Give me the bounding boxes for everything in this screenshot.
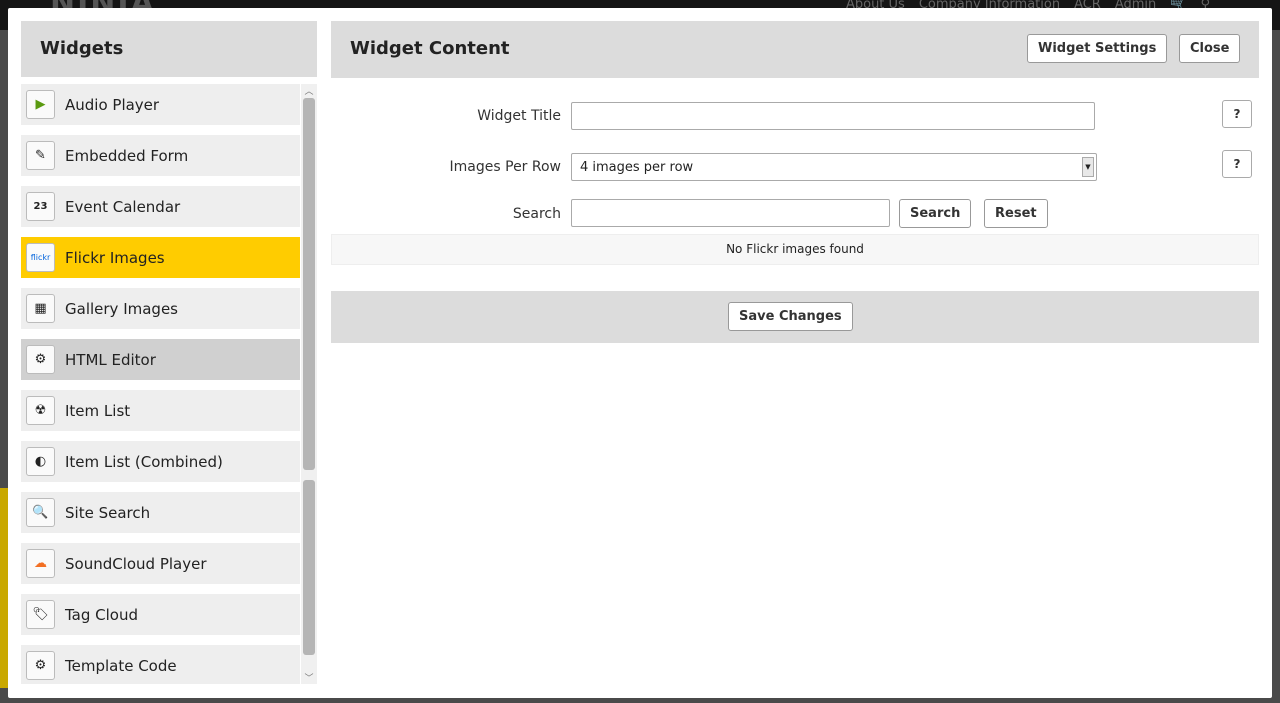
widget-item-item-list-combined[interactable]: ◐ Item List (Combined) — [21, 441, 300, 482]
flickr-icon: flickr — [26, 243, 55, 272]
form-icon: ✎ — [26, 141, 55, 170]
scrollbar-track-lower[interactable] — [303, 480, 315, 655]
scroll-up-icon[interactable]: ︿ — [301, 84, 317, 97]
gear-icon: ⚙ — [26, 651, 55, 680]
search-button[interactable]: Search — [899, 199, 972, 228]
widget-item-site-search[interactable]: 🔍 Site Search — [21, 492, 300, 533]
widget-item-flickr-images[interactable]: flickr Flickr Images — [21, 237, 300, 278]
widget-item-label: Embedded Form — [65, 146, 189, 165]
widget-title-label: Widget Title — [477, 108, 561, 124]
widget-item-label: Event Calendar — [65, 197, 181, 216]
widget-item-embedded-form[interactable]: ✎ Embedded Form — [21, 135, 300, 176]
widget-item-label: SoundCloud Player — [65, 554, 207, 573]
gear-icon: ⚙ — [26, 345, 55, 374]
images-per-row-help-button[interactable]: ? — [1222, 150, 1252, 178]
reset-button[interactable]: Reset — [984, 199, 1048, 228]
widgets-panel: Widgets ▶ Audio Player ✎ Embedded Form 23 Eve… — [21, 21, 317, 684]
magnifier-icon: 🔍 — [26, 498, 55, 527]
content-title: Widget Content — [350, 38, 510, 59]
widget-item-label: HTML Editor — [65, 350, 156, 369]
widget-modal: Widgets ▶ Audio Player ✎ Embedded Form 23 Eve… — [8, 8, 1272, 698]
widget-item-label: Item List — [65, 401, 131, 420]
widget-settings-button[interactable]: Widget Settings — [1027, 34, 1168, 63]
content-header: Widget Content Widget Settings Close — [331, 21, 1259, 78]
widget-item-label: Site Search — [65, 503, 151, 522]
widget-item-label: Tag Cloud — [65, 605, 139, 624]
widget-item-gallery-images[interactable]: ▦ Gallery Images — [21, 288, 300, 329]
chevron-down-icon[interactable]: ▼ — [1082, 157, 1094, 177]
search-label: Search — [512, 206, 561, 222]
widget-item-label: Template Code — [65, 656, 177, 675]
save-bar: Save Changes — [331, 291, 1259, 343]
scroll-down-icon[interactable]: ﹀ — [301, 671, 317, 684]
widget-item-soundcloud-player[interactable]: ☁ SoundCloud Player — [21, 543, 300, 584]
widget-item-html-editor[interactable]: ⚙ HTML Editor — [21, 339, 300, 380]
widget-title-input[interactable] — [571, 102, 1095, 130]
empty-results-message: No Flickr images found — [331, 234, 1259, 265]
widget-title-help-button[interactable]: ? — [1222, 100, 1252, 128]
item-list-icon: ☢ — [26, 396, 55, 425]
tag-icon: 🏷 — [26, 600, 55, 629]
widget-item-template-code[interactable]: ⚙ Template Code — [21, 645, 300, 684]
images-per-row-label: Images Per Row — [449, 159, 561, 175]
widget-item-event-calendar[interactable]: 23 Event Calendar — [21, 186, 300, 227]
soundcloud-icon: ☁ — [26, 549, 55, 578]
widget-item-item-list[interactable]: ☢ Item List — [21, 390, 300, 431]
widget-item-label: Gallery Images — [65, 299, 178, 318]
close-button[interactable]: Close — [1179, 34, 1241, 63]
calendar-icon: 23 — [26, 192, 55, 221]
save-changes-button[interactable]: Save Changes — [728, 302, 853, 331]
widgets-title: Widgets — [21, 21, 317, 77]
gallery-icon: ▦ — [26, 294, 55, 323]
item-list-combined-icon: ◐ — [26, 447, 55, 476]
scrollbar-thumb[interactable] — [303, 98, 315, 470]
widget-item-label: Audio Player — [65, 95, 160, 114]
widget-list: ▶ Audio Player ✎ Embedded Form 23 Event Calen… — [21, 84, 300, 684]
scrollbar[interactable]: ︿ ﹀ — [301, 84, 317, 684]
widget-content-panel: Widget Content Widget Settings Close Wid… — [331, 21, 1259, 343]
widget-item-audio-player[interactable]: ▶ Audio Player — [21, 84, 300, 125]
search-input[interactable] — [571, 199, 890, 227]
images-per-row-select[interactable]: 4 images per row ▼ — [571, 153, 1097, 181]
widget-item-tag-cloud[interactable]: 🏷 Tag Cloud — [21, 594, 300, 635]
widget-item-label: Item List (Combined) — [65, 452, 223, 471]
images-per-row-value: 4 images per row — [580, 160, 694, 175]
widget-item-label: Flickr Images — [65, 248, 165, 267]
play-icon: ▶ — [26, 90, 55, 119]
